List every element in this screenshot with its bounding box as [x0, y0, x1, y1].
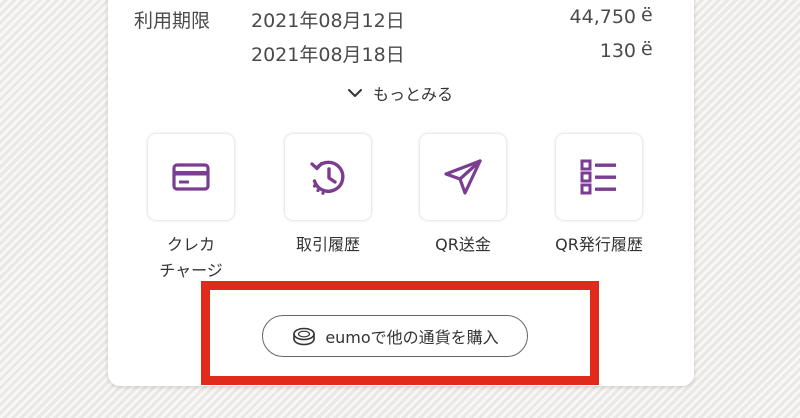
currency-symbol: ë [641, 38, 653, 60]
currency-symbol: ë [641, 4, 653, 26]
buy-other-currency-button[interactable]: eumoで他の通貨を購入 [262, 315, 528, 357]
credit-card-charge-label: クレカ チャージ [159, 235, 223, 280]
credit-card-charge-button[interactable] [148, 134, 234, 220]
send-icon [444, 159, 482, 195]
wallet-card: 利用期限 2021年08月12日 44,750 ë 2021年08月18日 13… [108, 0, 694, 386]
qr-issue-history-label: QR発行履歴 [555, 235, 643, 254]
qr-send-button[interactable] [420, 134, 506, 220]
qr-send-label: QR送金 [435, 235, 491, 254]
expiry-date: 2021年08月18日 [251, 44, 405, 66]
qr-issue-history-button[interactable] [556, 134, 642, 220]
expiry-date: 2021年08月12日 [251, 10, 405, 32]
credit-card-icon [172, 163, 210, 191]
history-icon [310, 160, 345, 195]
balance-amount: 130 [599, 40, 636, 62]
show-more-label: もっとみる [372, 85, 453, 104]
list-icon [580, 159, 616, 195]
transaction-history-label: 取引履歴 [295, 235, 360, 254]
transaction-history-button[interactable] [285, 134, 371, 220]
balance-amount: 44,750 [569, 6, 636, 28]
expiry-label: 利用期限 [134, 10, 211, 32]
buy-other-currency-label: eumoで他の通貨を購入 [325, 328, 499, 347]
balance-row: 利用期限 2021年08月12日 44,750 ë [108, 2, 694, 34]
coin-icon [293, 327, 316, 346]
balance-row: 2021年08月18日 130 ë [108, 36, 694, 68]
chevron-down-icon [347, 89, 362, 97]
show-more-button[interactable]: もっとみる [330, 79, 470, 107]
